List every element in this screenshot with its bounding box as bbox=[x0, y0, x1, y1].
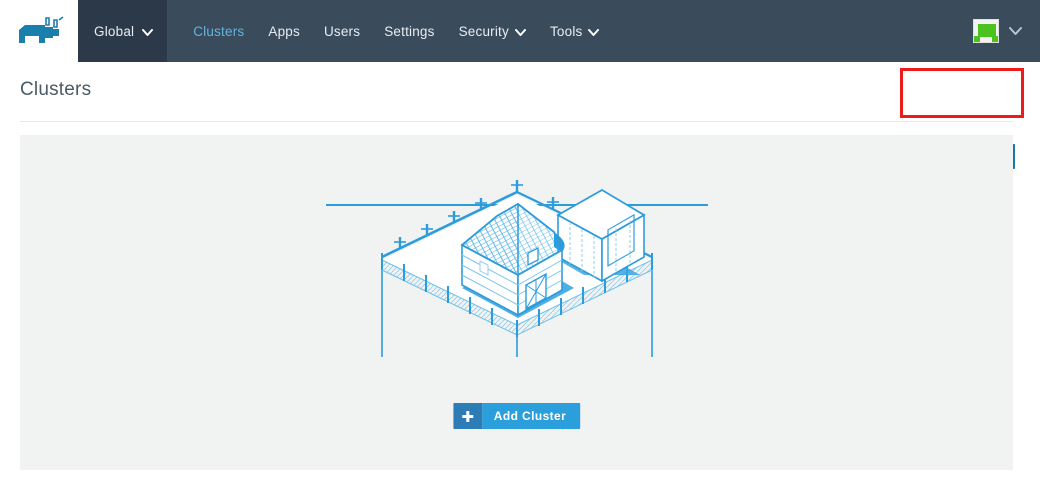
add-cluster-button-bottom[interactable]: Add Cluster bbox=[452, 403, 581, 429]
chevron-down-icon bbox=[588, 24, 600, 39]
page-header: Clusters Add Cluster bbox=[0, 62, 1040, 169]
brand-logo[interactable] bbox=[0, 0, 78, 62]
nav-item-security[interactable]: Security bbox=[447, 0, 538, 62]
nav-item-users[interactable]: Users bbox=[312, 0, 372, 62]
nav-context-selector-global[interactable]: Global bbox=[78, 0, 168, 62]
top-navbar: Global Clusters Apps Users Settings Secu… bbox=[0, 0, 1040, 62]
nav-item-tools[interactable]: Tools bbox=[538, 0, 612, 62]
nav-item-label: Apps bbox=[268, 23, 300, 39]
add-cluster-bottom-label: Add Cluster bbox=[481, 403, 581, 429]
nav-item-apps[interactable]: Apps bbox=[256, 0, 312, 62]
avatar-shoulder-left bbox=[974, 36, 980, 42]
chevron-down-icon bbox=[142, 23, 154, 41]
clusters-empty-state-panel: Add Cluster bbox=[20, 135, 1013, 470]
nav-menu: Clusters Apps Users Settings Security To… bbox=[167, 0, 611, 62]
nav-item-settings[interactable]: Settings bbox=[372, 0, 446, 62]
avatar-shoulder-right bbox=[992, 36, 998, 42]
user-avatar-icon[interactable] bbox=[973, 19, 999, 43]
nav-context-label: Global bbox=[94, 23, 135, 39]
chevron-down-icon[interactable] bbox=[1009, 22, 1022, 40]
isometric-barn-farm-illustration-icon bbox=[322, 157, 712, 372]
header-divider bbox=[20, 121, 1014, 122]
navbar-user-area bbox=[973, 0, 1040, 62]
nav-item-clusters[interactable]: Clusters bbox=[181, 0, 256, 62]
page-title: Clusters bbox=[20, 79, 92, 100]
nav-item-label: Clusters bbox=[193, 23, 245, 39]
nav-item-label: Users bbox=[323, 23, 361, 39]
nav-item-label: Security bbox=[458, 23, 509, 39]
nav-item-label: Tools bbox=[549, 23, 583, 39]
rancher-cow-logo-icon bbox=[13, 16, 65, 46]
navbar-strip: Global Clusters Apps Users Settings Secu… bbox=[78, 0, 1040, 62]
plus-icon bbox=[452, 403, 482, 429]
chevron-down-icon bbox=[514, 24, 526, 39]
nav-item-label: Settings bbox=[384, 23, 435, 39]
